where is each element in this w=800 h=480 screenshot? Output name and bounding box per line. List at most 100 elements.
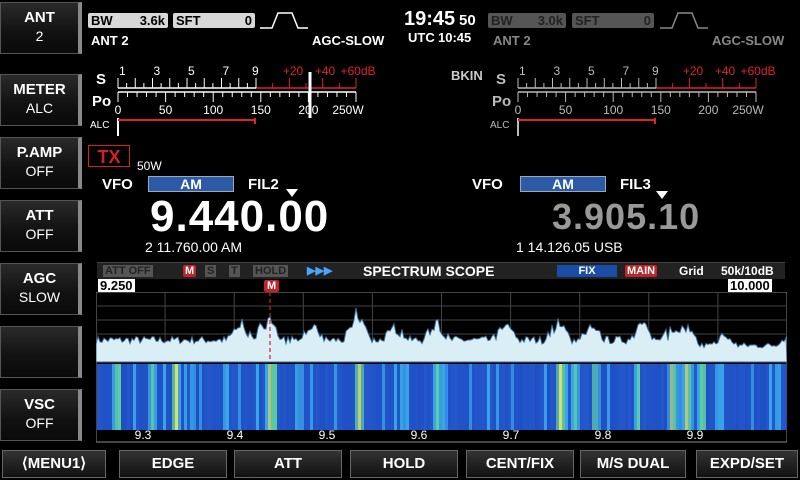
- s-scale-tick: +40: [315, 64, 336, 78]
- key-title: AGC: [22, 270, 57, 287]
- po-scale-tick: 150: [651, 103, 671, 117]
- hold-button[interactable]: HOLD: [350, 450, 458, 478]
- att-button[interactable]: ATT: [234, 450, 342, 478]
- po-scale-tick: 0: [115, 103, 122, 117]
- meter-alc-label: ALC: [490, 120, 509, 131]
- po-scale-tick: 50: [559, 103, 573, 117]
- sub-mode-button[interactable]: AM: [520, 176, 606, 192]
- scope-title: SPECTRUM SCOPE: [363, 263, 495, 279]
- key-value: ALC: [25, 100, 54, 116]
- s-scale-tick: +20: [683, 64, 704, 78]
- po-scale-tick: 250W: [332, 103, 364, 117]
- agc-key[interactable]: AGC SLOW: [0, 263, 82, 315]
- s-scale-tick: 9: [252, 64, 259, 78]
- m-tag: M: [183, 265, 197, 277]
- po-scale-tick: 250W: [732, 103, 764, 117]
- ant-key[interactable]: ANT 2: [0, 2, 82, 54]
- preamp-key[interactable]: P.AMP OFF: [0, 137, 82, 189]
- scope-axis-tick: 9.7: [503, 428, 520, 442]
- main-meter: SPoALC1 3 5 7 9 +20 +40 +60dB0 50 100 150 200 250W: [90, 64, 376, 136]
- cent-fix-button[interactable]: CENT/FIX: [466, 450, 574, 478]
- sub-filter-label: FIL3: [620, 176, 651, 193]
- power-value: 50W: [137, 159, 162, 173]
- key-title: ATT: [25, 207, 54, 224]
- sub-meter: S Po ALC 1 3 5 7 9 +20 +40 +60dB 0 50 100 150 200 250W: [490, 64, 776, 136]
- po-scale-tick: 50: [159, 103, 173, 117]
- spectrum-scope[interactable]: 9.3 9.4 9.5 9.6 9.7 9.8 9.9: [96, 292, 787, 444]
- agc-indicator: AGC-SLOW: [312, 33, 385, 48]
- scope-axis-tick: 9.3: [135, 428, 152, 442]
- bkin-indicator: BKIN: [451, 68, 483, 83]
- filter-shape-icon: [260, 12, 308, 29]
- att-key[interactable]: ATT OFF: [0, 200, 82, 252]
- hold-tag: HOLD: [253, 265, 289, 277]
- filter-label: FIL2: [248, 176, 279, 193]
- mode-button[interactable]: AM: [148, 176, 234, 192]
- expd-set-button[interactable]: EXPD/SET: [696, 450, 798, 478]
- s-scale-tick: +40: [715, 64, 736, 78]
- sub-ant-indicator: ANT 2: [493, 33, 531, 48]
- s-scale-tick: 7: [222, 64, 229, 78]
- s-scale-tick: 3: [553, 64, 560, 78]
- key-title: ANT: [24, 9, 55, 26]
- bw-chip: BW 3.6k: [88, 13, 168, 28]
- sub-filter-shape-icon: [660, 12, 708, 29]
- menu1-button[interactable]: ⟨MENU1⟩: [2, 450, 106, 478]
- key-title: VSC: [24, 396, 55, 413]
- po-scale-tick: 0: [515, 103, 522, 117]
- memory-line: 2 11.760.00 AM: [145, 239, 243, 255]
- scope-axis-tick: 9.8: [595, 428, 612, 442]
- sub-vfo-label: VFO: [472, 176, 503, 193]
- sub-memory-line: 1 14.126.05 USB: [516, 239, 623, 255]
- ms-dual-button[interactable]: M/S DUAL: [580, 450, 686, 478]
- grid-label: Grid: [679, 264, 704, 278]
- sub-frequency[interactable]: 3.905.10: [552, 196, 700, 238]
- scope-axis-tick: 9.4: [227, 428, 244, 442]
- sub-bw-chip: BW 3.0k: [488, 13, 566, 28]
- utc-time: 10:45: [438, 30, 472, 45]
- meter-po-label: Po: [92, 93, 111, 110]
- tx-indicator: TX: [88, 145, 130, 167]
- s-scale-tick: 5: [188, 64, 195, 78]
- t-tag: T: [229, 265, 240, 277]
- key-value: 2: [35, 28, 44, 44]
- po-scale-tick: 100: [203, 103, 223, 117]
- span-label: 50k/10dB: [721, 264, 774, 278]
- scope-marker-m: M: [264, 280, 280, 292]
- meter-s-label: S: [496, 71, 506, 88]
- key-value: OFF: [25, 415, 54, 431]
- meter-alc-label: ALC: [90, 120, 109, 131]
- ant-indicator: ANT 2: [91, 33, 129, 48]
- scope-axis-tick: 9.9: [687, 428, 704, 442]
- scope-left-edge-freq: 9.250: [98, 278, 135, 293]
- edge-button[interactable]: EDGE: [119, 450, 227, 478]
- sub-agc-indicator: AGC-SLOW: [712, 33, 785, 48]
- po-scale-tick: 200: [698, 103, 718, 117]
- key-value: SLOW: [18, 289, 61, 305]
- sweep-arrows-icon: ▶▶▶: [307, 265, 333, 277]
- fix-tag: FIX: [557, 265, 617, 277]
- s-scale-tick: 1: [119, 64, 126, 78]
- s-scale-tick: 7: [622, 64, 629, 78]
- s-scale-tick: 3: [153, 64, 160, 78]
- scope-header: ATT OFF M S T HOLD ▶▶▶ SPECTRUM SCOPE FI…: [97, 262, 785, 279]
- po-scale-tick: 100: [603, 103, 623, 117]
- blank-key[interactable]: [0, 326, 82, 378]
- main-frequency[interactable]: 9.440.00: [150, 192, 329, 242]
- key-value: OFF: [25, 226, 54, 242]
- s-scale-tick: +60dB: [740, 64, 775, 78]
- vsc-key[interactable]: VSC OFF: [0, 389, 82, 441]
- meter-s-label: S: [96, 71, 106, 88]
- sub-sft-chip: SFT 0: [572, 13, 654, 28]
- att-off-tag: ATT OFF: [103, 265, 153, 277]
- utc-label: UTC: [408, 30, 435, 45]
- key-title: METER: [13, 81, 66, 98]
- clock-seconds: 50: [459, 12, 476, 29]
- scope-axis-tick: 9.6: [411, 428, 428, 442]
- clock-time: 19:45: [404, 8, 456, 30]
- meter-po-label: Po: [492, 93, 511, 110]
- key-title: P.AMP: [16, 144, 63, 161]
- scope-right-edge-freq: 10.000: [728, 278, 772, 293]
- meter-key[interactable]: METER ALC: [0, 74, 82, 126]
- key-value: OFF: [25, 163, 54, 179]
